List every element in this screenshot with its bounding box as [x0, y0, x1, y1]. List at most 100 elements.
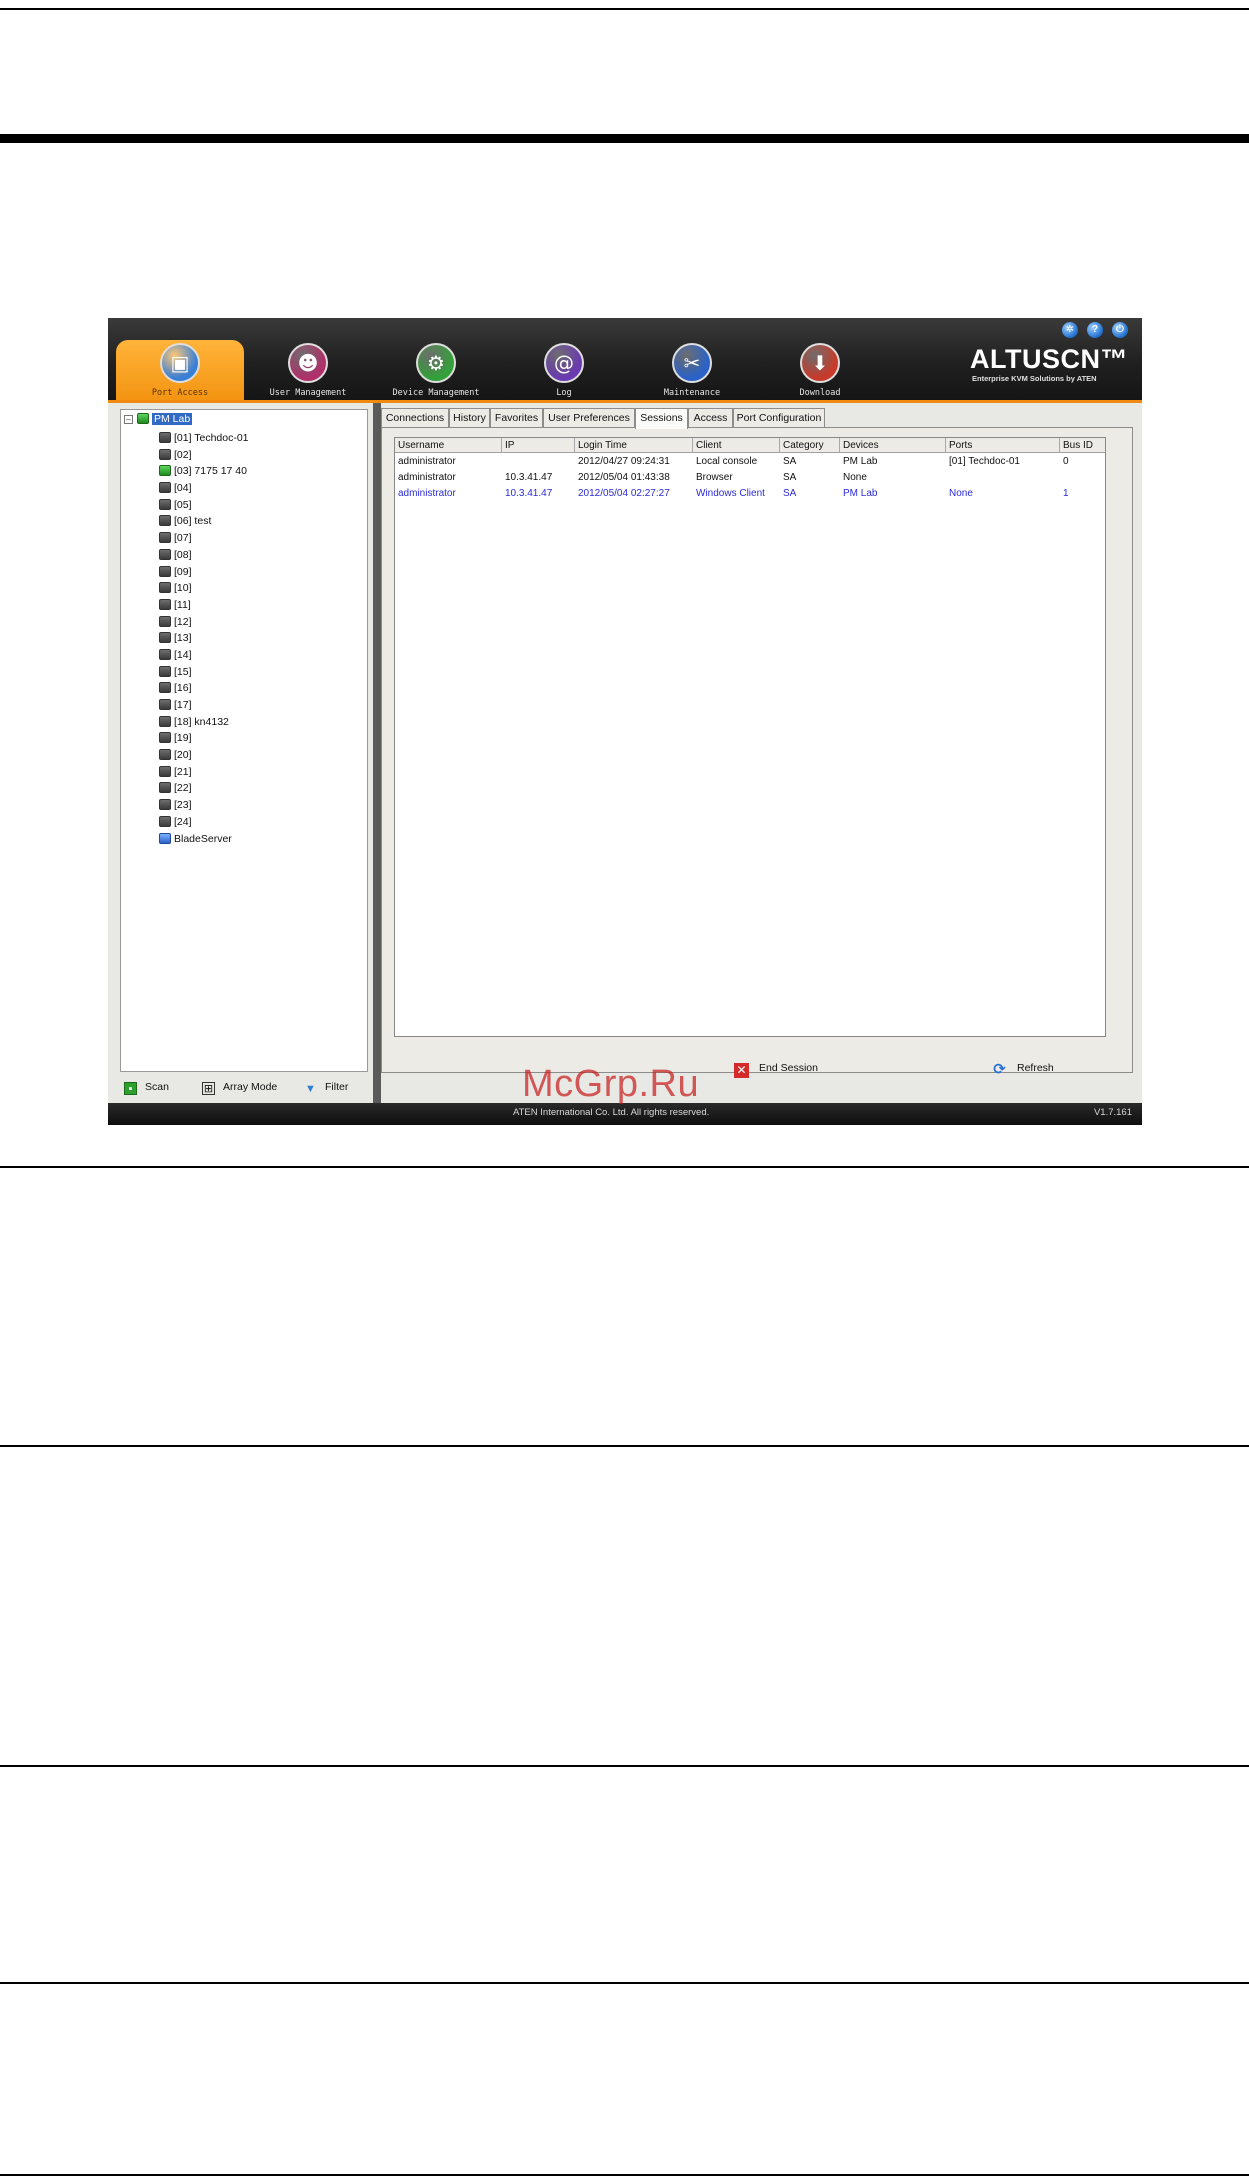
content-panel: Connections History Favorites User Preferen… [381, 403, 1142, 1103]
table-cell [1060, 470, 1105, 486]
scan-label: Scan [145, 1081, 169, 1093]
brand-logo: ALTUSCN™ [970, 344, 1128, 374]
computer-icon [159, 498, 171, 510]
table-row[interactable]: administrator 10.3.41.47 2012/05/04 01:43:… [395, 470, 1105, 486]
tree-port-item[interactable]: [09] [159, 564, 364, 581]
column-header[interactable]: IP [502, 438, 575, 453]
settings-icon[interactable]: ✲ [1062, 322, 1078, 338]
computer-icon [159, 782, 171, 794]
tree-port-item[interactable]: [21] [159, 764, 364, 781]
nav-tab-port-access[interactable]: ▣ Port Access [116, 340, 244, 400]
tree-port-label: [24] [174, 815, 192, 828]
tree-port-item[interactable]: [20] [159, 747, 364, 764]
tree-port-item[interactable]: [23] [159, 797, 364, 814]
help-icon[interactable]: ? [1087, 322, 1103, 338]
nav-tab-device-management[interactable]: ⚙ Device Management [372, 340, 500, 400]
tree-root-label[interactable]: PM Lab [152, 413, 193, 425]
tree-port-item[interactable]: [24] [159, 814, 364, 831]
tree-port-item[interactable]: [08] [159, 547, 364, 564]
tab-sessions[interactable]: Sessions [635, 408, 688, 429]
tree-port-label: [18] kn4132 [174, 715, 229, 728]
refresh-label: Refresh [1017, 1062, 1054, 1074]
tree-port-label: [23] [174, 799, 192, 812]
tree-port-item[interactable]: BladeServer [159, 831, 364, 848]
tab-access[interactable]: Access [688, 408, 733, 428]
column-header[interactable]: Client [693, 438, 780, 453]
tree-port-item[interactable]: [06] test [159, 513, 364, 530]
refresh-button[interactable]: ⟳ Refresh [992, 1058, 1054, 1078]
column-header[interactable]: Username [395, 438, 502, 453]
tree-port-item[interactable]: [16] [159, 680, 364, 697]
tab-port-configuration[interactable]: Port Configuration [733, 408, 825, 428]
tree-port-item[interactable]: [02] [159, 447, 364, 464]
sessions-table: Username IP Login Time Client Category Device… [394, 437, 1106, 1037]
tree-port-item[interactable]: [15] [159, 664, 364, 681]
tab-connections[interactable]: Connections [381, 408, 449, 428]
tree-port-item[interactable]: [03] 7175 17 40 [159, 463, 364, 480]
maintenance-icon: ✂ [672, 343, 712, 383]
computer-icon [159, 448, 171, 460]
tree-port-item[interactable]: [05] [159, 497, 364, 514]
tab-user-preferences[interactable]: User Preferences [543, 408, 635, 428]
tree-port-item[interactable]: [19] [159, 730, 364, 747]
logout-icon[interactable]: ⏻ [1112, 322, 1128, 338]
tree-port-item[interactable]: [18] kn4132 [159, 714, 364, 731]
table-cell: 0 [1063, 456, 1069, 467]
device-group-icon [137, 413, 149, 424]
tree-port-item[interactable]: [17] [159, 697, 364, 714]
nav-tab-user-management[interactable]: ☻ User Management [244, 340, 372, 400]
filter-button[interactable]: ▼ Filter [304, 1079, 348, 1095]
tree-port-item[interactable]: [13] [159, 630, 364, 647]
nav-tab-maintenance[interactable]: ✂ Maintenance [628, 340, 756, 400]
column-header[interactable]: Devices [840, 438, 946, 453]
tree-port-label: [19] [174, 732, 192, 745]
nav-tab-label: Device Management [392, 388, 480, 398]
scan-icon: ▪ [124, 1082, 137, 1095]
refresh-icon: ⟳ [993, 1061, 1006, 1078]
collapse-icon[interactable]: – [124, 414, 133, 424]
computer-icon [159, 482, 171, 494]
column-header[interactable]: Category [780, 438, 840, 453]
scan-button[interactable]: ▪ Scan [124, 1079, 169, 1095]
tree-port-item[interactable]: [10] [159, 580, 364, 597]
table-row[interactable]: administrator 2012/04/27 09:24:31 Local co… [395, 454, 1105, 470]
nav-tab-download[interactable]: ⬇ Download [756, 340, 884, 400]
computer-icon [159, 682, 171, 694]
tab-favorites[interactable]: Favorites [490, 408, 543, 428]
tree-port-item[interactable]: [12] [159, 614, 364, 631]
end-session-button[interactable]: ✕ End Session [734, 1058, 818, 1078]
table-cell [946, 470, 1060, 486]
tree-port-item[interactable]: [07] [159, 530, 364, 547]
table-cell: [01] Techdoc-01 [949, 456, 1020, 467]
tab-history[interactable]: History [449, 408, 490, 428]
tree-port-label: [17] [174, 699, 192, 711]
tree-port-label: [04] [174, 482, 192, 495]
copyright-text: ATEN International Co. Ltd. All rights r… [513, 1107, 710, 1118]
tree-port-item[interactable]: [01] Techdoc-01 [159, 430, 364, 447]
tree-port-item[interactable]: [22] [159, 780, 364, 797]
table-cell: Browser [696, 472, 733, 483]
tree-port-item[interactable]: [14] [159, 647, 364, 664]
download-icon: ⬇ [800, 343, 840, 383]
port-access-icon: ▣ [160, 343, 200, 383]
port-tree: – PM Lab [01] Techdoc-01 [02] [03] 7175 17 … [120, 409, 368, 1072]
table-cell: 10.3.41.47 [505, 488, 553, 499]
tree-port-item[interactable]: [04] [159, 480, 364, 497]
column-header[interactable]: Ports [946, 438, 1060, 453]
table-cell: Local console [696, 456, 758, 467]
table-cell: None [949, 488, 973, 499]
tree-root[interactable]: – PM Lab [124, 412, 193, 427]
nav-tab-log[interactable]: @ Log [500, 340, 628, 400]
tree-toolbar: ▪ Scan ⊞ Array Mode ▼ Filter [108, 1073, 373, 1101]
column-header[interactable]: Login Time [575, 438, 693, 453]
tree-port-label: [22] [174, 782, 192, 795]
array-mode-button[interactable]: ⊞ Array Mode [202, 1079, 277, 1095]
table-cell: administrator [398, 472, 456, 483]
tree-port-label: [05] [174, 498, 192, 511]
tree-port-label: [06] test [174, 515, 212, 528]
sessions-table-header: Username IP Login Time Client Category Device… [395, 438, 1105, 453]
column-header[interactable]: Bus ID [1060, 438, 1105, 453]
tree-port-item[interactable]: [11] [159, 597, 364, 614]
table-row[interactable]: administrator 10.3.41.47 2012/05/04 02:27:… [395, 486, 1105, 502]
end-session-label: End Session [759, 1062, 818, 1074]
